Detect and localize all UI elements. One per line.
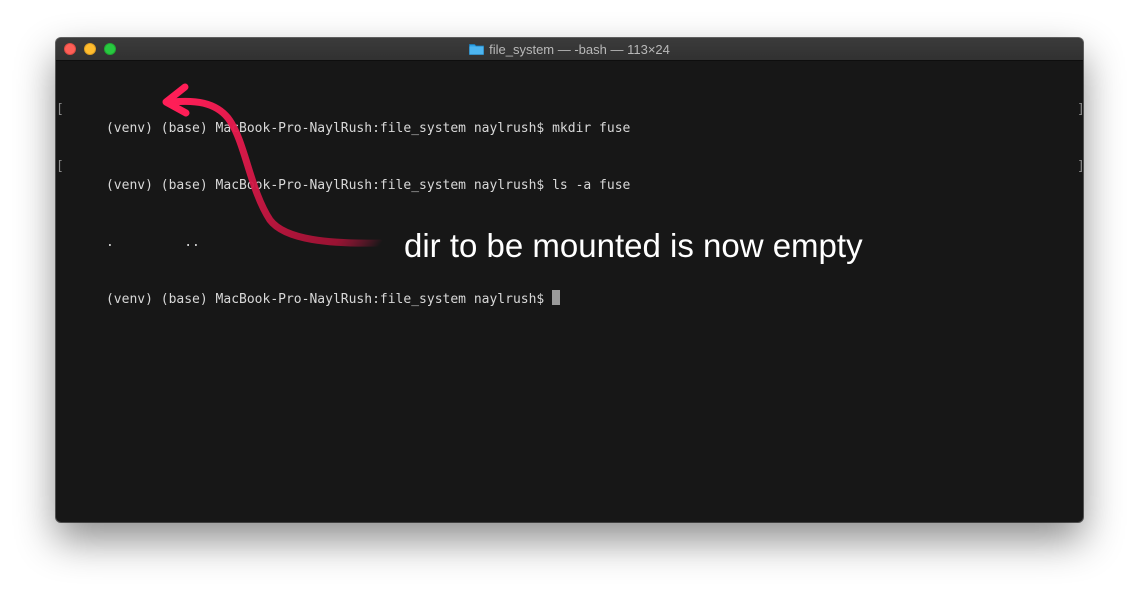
annotation-text: dir to be mounted is now empty (404, 227, 863, 264)
terminal-cursor (552, 290, 561, 305)
line-mark-right: ] (1077, 100, 1083, 119)
terminal-line: [ (venv) (base) MacBook-Pro-NaylRush:file… (56, 157, 1083, 193)
terminal-line-text: (venv) (base) MacBook-Pro-NaylRush:file_… (105, 121, 631, 136)
terminal-line-text: . .. (105, 235, 200, 250)
line-mark-right: ] (1077, 157, 1083, 176)
line-mark-left: [ (56, 102, 64, 117)
terminal-prompt: (venv) (base) MacBook-Pro-NaylRush:file_… (105, 292, 553, 307)
terminal-output[interactable]: [ (venv) (base) MacBook-Pro-NaylRush:file… (56, 62, 1083, 328)
title-bar[interactable]: file_system — -bash — 113×24 (56, 38, 1083, 61)
terminal-line-text: (venv) (base) MacBook-Pro-NaylRush:file_… (105, 178, 631, 193)
line-mark-left: [ (56, 159, 64, 174)
terminal-line: [ (venv) (base) MacBook-Pro-NaylRush:file… (56, 100, 1083, 136)
terminal-window[interactable]: file_system — -bash — 113×24 [ (venv) (ba… (56, 38, 1083, 522)
terminal-prompt-line[interactable]: (venv) (base) MacBook-Pro-NaylRush:file_… (59, 271, 1077, 307)
window-title-group: file_system — -bash — 113×24 (56, 38, 1083, 60)
folder-icon (469, 44, 485, 55)
window-title: file_system — -bash — 113×24 (489, 41, 670, 57)
